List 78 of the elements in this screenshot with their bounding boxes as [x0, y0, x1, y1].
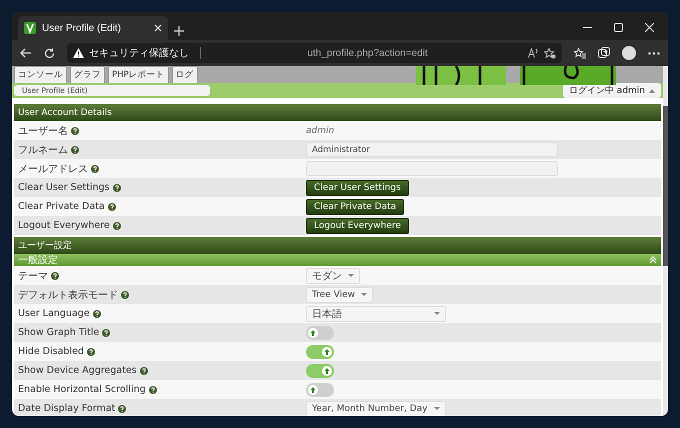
- action-button[interactable]: Clear Private Data: [306, 198, 404, 214]
- help-icon: [91, 164, 99, 172]
- star-plus-icon[interactable]: [544, 48, 556, 58]
- dropdown[interactable]: 日本語: [306, 306, 446, 322]
- field-label: Date Display Format: [18, 403, 116, 414]
- security-label: セキュリティ保護なし: [89, 46, 189, 60]
- field-label: フルネーム: [18, 144, 68, 156]
- nav-tab[interactable]: ログ: [172, 66, 198, 83]
- caret-icon: [434, 312, 440, 315]
- help-icon: [92, 310, 101, 318]
- close-icon[interactable]: [154, 24, 162, 32]
- scrollbar[interactable]: [663, 66, 668, 416]
- dropdown[interactable]: Year, Month Number, Day: [306, 400, 446, 416]
- read-aloud-icon[interactable]: [528, 48, 539, 58]
- help-icon: [86, 348, 95, 356]
- more-icon[interactable]: [648, 52, 660, 54]
- refresh-icon[interactable]: [44, 48, 55, 58]
- help-icon: [71, 146, 79, 154]
- field-label: Show Graph Title: [18, 327, 100, 338]
- field-label: Clear User Settings: [18, 182, 110, 193]
- toggle-knob-icon: [308, 384, 318, 394]
- field-label: Hide Disabled: [18, 346, 84, 357]
- toggle-switch[interactable]: [306, 364, 334, 378]
- field-label: デフォルト表示モード: [18, 288, 118, 302]
- help-icon: [121, 290, 129, 298]
- profile-avatar[interactable]: [622, 46, 636, 60]
- toggle-switch[interactable]: [306, 326, 334, 340]
- nav-tab[interactable]: PHPレポート: [108, 66, 169, 83]
- field-label: ユーザー名: [18, 124, 68, 138]
- warning-icon: [73, 48, 84, 58]
- help-icon: [112, 184, 121, 192]
- input-field[interactable]: [306, 161, 558, 176]
- caret-icon: [360, 293, 367, 296]
- toggle-switch[interactable]: [306, 382, 334, 396]
- help-icon: [102, 328, 110, 336]
- action-button[interactable]: Clear User Settings: [306, 180, 409, 196]
- toggle-switch[interactable]: [306, 344, 334, 358]
- maximize-icon[interactable]: [614, 23, 623, 32]
- back-arrow-icon[interactable]: [20, 48, 32, 58]
- input-field[interactable]: Administrator: [306, 142, 558, 157]
- login-menu[interactable]: ログイン中 admin: [562, 83, 661, 98]
- close-icon[interactable]: [645, 23, 654, 32]
- help-icon: [148, 386, 157, 394]
- section-header: User Account Details: [14, 104, 661, 121]
- tab-title: User Profile (Edit): [42, 22, 122, 34]
- new-tab-icon[interactable]: [174, 26, 184, 36]
- field-label: メールアドレス: [18, 162, 88, 176]
- nav-tab[interactable]: グラフ: [70, 66, 105, 83]
- field-label: User Language: [18, 308, 90, 319]
- dropdown[interactable]: Tree View: [306, 286, 373, 302]
- help-icon: [140, 366, 148, 374]
- field-label: Show Device Aggregates: [18, 365, 137, 376]
- browser-tab[interactable]: User Profile (Edit): [18, 16, 168, 40]
- help-icon: [51, 272, 59, 280]
- caret-icon: [649, 88, 655, 92]
- help-icon: [108, 202, 116, 210]
- help-icon: [118, 404, 126, 412]
- caret-icon: [348, 274, 354, 277]
- caret-icon: [434, 407, 440, 410]
- favorites-icon[interactable]: [574, 48, 586, 58]
- toggle-knob-icon: [322, 346, 332, 356]
- nav-tab[interactable]: コンソール: [14, 66, 67, 83]
- field-label: Logout Everywhere: [18, 220, 110, 231]
- field-label: テーマ: [18, 270, 48, 282]
- action-button[interactable]: Logout Everywhere: [306, 218, 409, 234]
- field-label: Enable Horizontal Scrolling: [18, 384, 146, 395]
- toggle-knob-icon: [308, 328, 318, 338]
- site-logo-icon: [24, 22, 36, 34]
- field-label: Clear Private Data: [18, 201, 105, 212]
- help-icon: [112, 222, 121, 230]
- collections-icon[interactable]: [598, 47, 610, 59]
- section-header: ユーザー設定: [14, 237, 661, 254]
- dropdown[interactable]: モダン: [306, 268, 360, 284]
- toggle-knob-icon: [322, 366, 332, 376]
- address-bar[interactable]: セキュリティ保護なし uth_profile.php?action=edit: [67, 43, 562, 63]
- field-value: admin: [306, 126, 334, 136]
- url-text: uth_profile.php?action=edit: [306, 48, 429, 58]
- help-icon: [71, 126, 79, 134]
